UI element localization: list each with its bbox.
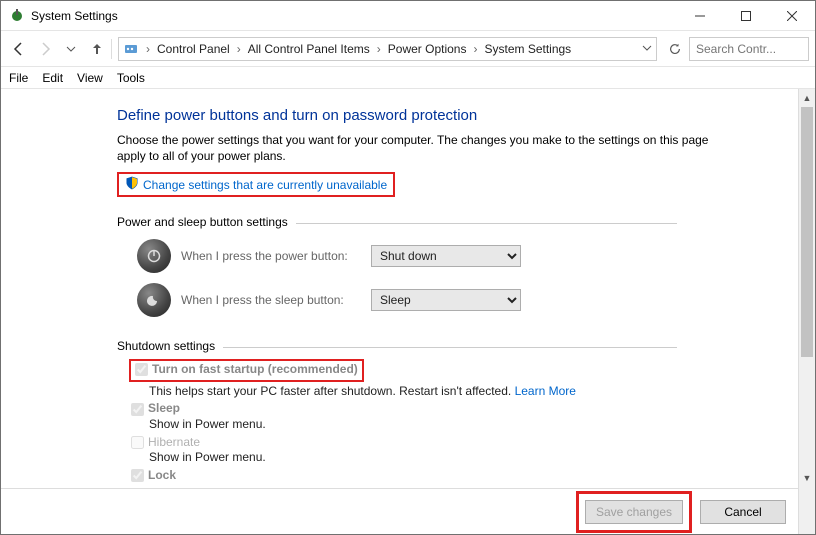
sleep-button-select[interactable]: Sleep	[371, 289, 521, 311]
breadcrumb-item[interactable]: System Settings	[484, 42, 571, 56]
close-button[interactable]	[769, 1, 815, 30]
shield-icon	[125, 176, 139, 193]
chevron-down-icon[interactable]	[642, 42, 652, 56]
menu-view[interactable]: View	[77, 71, 103, 85]
section-shutdown: Shutdown settings	[117, 339, 798, 353]
recent-locations-button[interactable]	[59, 37, 83, 61]
navigation-bar: › Control Panel › All Control Panel Item…	[1, 31, 815, 67]
chevron-right-icon[interactable]: ›	[374, 42, 384, 56]
chevron-right-icon[interactable]: ›	[234, 42, 244, 56]
sleep-label: Sleep	[148, 401, 180, 417]
menu-tools[interactable]: Tools	[117, 71, 145, 85]
page-title: Define power buttons and turn on passwor…	[117, 107, 798, 124]
highlight-box: Save changes	[576, 491, 692, 533]
sleep-checkbox[interactable]	[131, 403, 144, 416]
titlebar: System Settings	[1, 1, 815, 31]
cancel-button[interactable]: Cancel	[700, 500, 786, 524]
menu-file[interactable]: File	[9, 71, 28, 85]
chevron-right-icon[interactable]: ›	[470, 42, 480, 56]
hibernate-checkbox[interactable]	[131, 436, 144, 449]
vertical-scrollbar[interactable]: ▲ ▼	[798, 89, 815, 534]
power-button-select[interactable]: Shut down	[371, 245, 521, 267]
back-button[interactable]	[7, 37, 31, 61]
sleep-button-row: When I press the sleep button: Sleep	[137, 283, 798, 317]
lock-checkbox[interactable]	[131, 469, 144, 482]
window-title: System Settings	[31, 9, 677, 23]
hibernate-description: Show in Power menu.	[149, 450, 798, 466]
content-area: Define power buttons and turn on passwor…	[1, 89, 798, 534]
forward-button[interactable]	[33, 37, 57, 61]
fast-startup-description: This helps start your PC faster after sh…	[149, 384, 798, 400]
lock-label: Lock	[148, 468, 176, 484]
fast-startup-checkbox[interactable]	[135, 363, 148, 376]
highlight-box: Change settings that are currently unava…	[117, 172, 395, 197]
breadcrumb-item[interactable]: Control Panel	[157, 42, 230, 56]
fast-startup-label: Turn on fast startup (recommended)	[152, 362, 358, 376]
control-panel-icon	[123, 41, 139, 57]
up-button[interactable]	[85, 37, 109, 61]
hibernate-label: Hibernate	[148, 435, 200, 451]
power-icon	[137, 239, 171, 273]
power-button-label: When I press the power button:	[181, 249, 361, 263]
section-power-sleep: Power and sleep button settings	[117, 215, 798, 229]
minimize-button[interactable]	[677, 1, 723, 30]
footer-bar: Save changes Cancel	[1, 488, 798, 534]
app-icon	[9, 8, 25, 24]
save-changes-button[interactable]: Save changes	[585, 500, 683, 524]
menu-edit[interactable]: Edit	[42, 71, 63, 85]
menu-bar: File Edit View Tools	[1, 67, 815, 89]
change-settings-link[interactable]: Change settings that are currently unava…	[143, 178, 387, 192]
refresh-button[interactable]	[663, 37, 687, 61]
page-description: Choose the power settings that you want …	[117, 132, 717, 164]
breadcrumb-item[interactable]: Power Options	[388, 42, 467, 56]
scroll-down-arrow-icon[interactable]: ▼	[799, 469, 815, 486]
search-input[interactable]	[689, 37, 809, 61]
separator	[111, 39, 112, 59]
sleep-description: Show in Power menu.	[149, 417, 798, 433]
scroll-up-arrow-icon[interactable]: ▲	[799, 89, 815, 106]
power-button-row: When I press the power button: Shut down	[137, 239, 798, 273]
sleep-button-label: When I press the sleep button:	[181, 293, 361, 307]
address-bar[interactable]: › Control Panel › All Control Panel Item…	[118, 37, 657, 61]
window-controls	[677, 1, 815, 30]
highlight-box: Turn on fast startup (recommended)	[129, 359, 364, 382]
breadcrumb-item[interactable]: All Control Panel Items	[248, 42, 370, 56]
maximize-button[interactable]	[723, 1, 769, 30]
sleep-icon	[137, 283, 171, 317]
learn-more-link[interactable]: Learn More	[515, 384, 576, 398]
chevron-right-icon[interactable]: ›	[143, 42, 153, 56]
scrollbar-thumb[interactable]	[801, 107, 813, 357]
